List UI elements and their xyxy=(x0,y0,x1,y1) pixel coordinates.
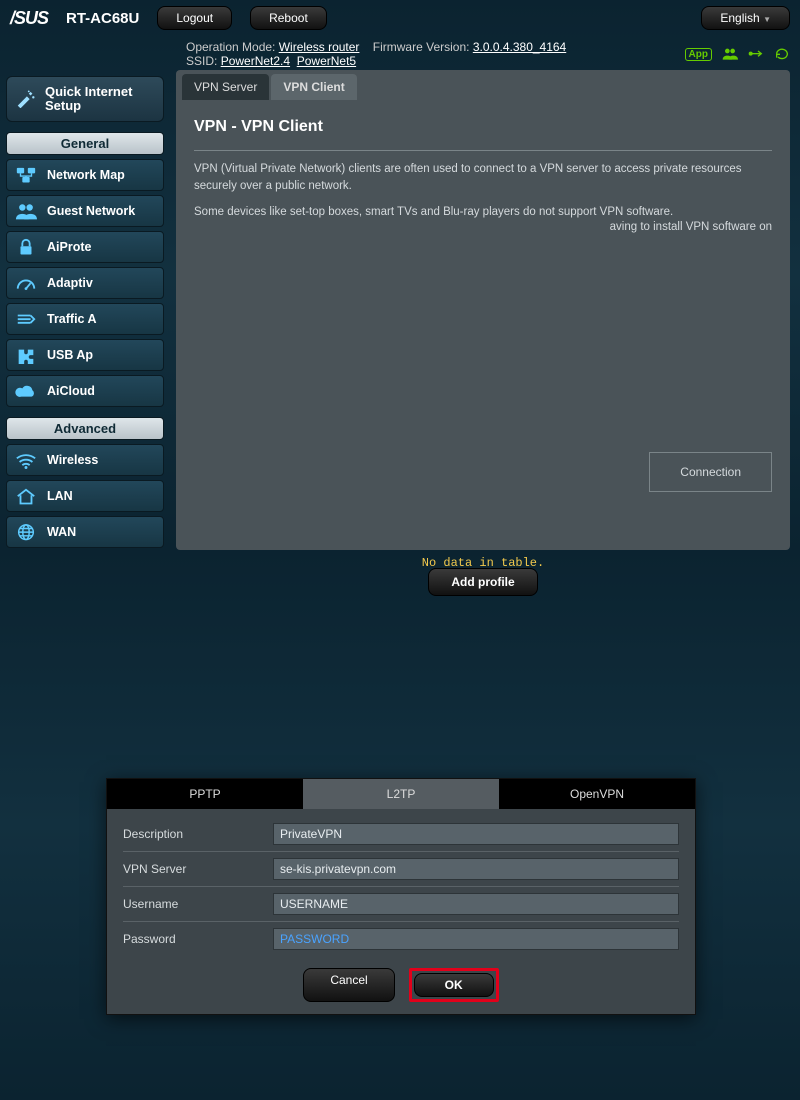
ok-button[interactable]: OK xyxy=(414,973,494,997)
sidebar-item-traffic-analyzer[interactable]: Traffic A xyxy=(6,303,164,335)
ok-highlight: OK xyxy=(409,968,499,1002)
tab-vpn-server[interactable]: VPN Server xyxy=(182,74,269,100)
language-label: English xyxy=(720,11,759,25)
sidebar-item-guest-network[interactable]: Guest Network xyxy=(6,195,164,227)
desc-p1: VPN (Virtual Private Network) clients ar… xyxy=(194,161,772,194)
sidebar-item-label: WAN xyxy=(47,525,76,539)
page-title: VPN - VPN Client xyxy=(194,110,772,151)
language-select[interactable]: English ▼ xyxy=(701,6,790,30)
refresh-icon[interactable] xyxy=(774,47,790,61)
puzzle-icon xyxy=(15,346,37,364)
sidebar-item-wireless[interactable]: Wireless xyxy=(6,444,164,476)
guest-network-icon xyxy=(15,202,37,220)
sidebar-item-label: USB Ap xyxy=(47,348,93,362)
advanced-header: Advanced xyxy=(6,417,164,440)
users-icon[interactable] xyxy=(722,47,738,61)
sidebar-item-label: AiCloud xyxy=(47,384,95,398)
wand-icon xyxy=(15,90,37,108)
modal-tab-l2tp[interactable]: L2TP xyxy=(303,779,499,809)
sidebar-item-label: Adaptiv xyxy=(47,276,93,290)
status-line: Operation Mode: Wireless router Firmware… xyxy=(186,40,566,68)
connection-header-cell: Connection xyxy=(649,452,772,492)
password-label: Password xyxy=(123,932,273,946)
model-name: RT-AC68U xyxy=(66,10,139,27)
lock-icon xyxy=(15,238,37,256)
username-label: Username xyxy=(123,897,273,911)
sidebar-item-adaptive-qos[interactable]: Adaptiv xyxy=(6,267,164,299)
sidebar-item-usb-app[interactable]: USB Ap xyxy=(6,339,164,371)
home-icon xyxy=(15,487,37,505)
cancel-button[interactable]: Cancel xyxy=(303,968,394,1002)
traffic-icon xyxy=(15,310,37,328)
op-mode-link[interactable]: Wireless router xyxy=(279,40,360,54)
network-map-icon xyxy=(15,166,37,184)
modal-tab-openvpn[interactable]: OpenVPN xyxy=(499,779,695,809)
sidebar-item-network-map[interactable]: Network Map xyxy=(6,159,164,191)
sidebar-item-aiprotection[interactable]: AiProte xyxy=(6,231,164,263)
sidebar-item-lan[interactable]: LAN xyxy=(6,480,164,512)
brand-logo: /SUS xyxy=(10,8,48,29)
modal-tab-pptp[interactable]: PPTP xyxy=(107,779,303,809)
desc-p3: aving to install VPN software on xyxy=(194,219,772,236)
add-profile-button[interactable]: Add profile xyxy=(428,568,537,596)
ssid5-link[interactable]: PowerNet5 xyxy=(297,54,356,68)
username-input[interactable] xyxy=(273,893,679,915)
vpn-server-input[interactable] xyxy=(273,858,679,880)
ssid24-link[interactable]: PowerNet2.4 xyxy=(221,54,290,68)
sidebar-item-label: LAN xyxy=(47,489,73,503)
description-input[interactable] xyxy=(273,823,679,845)
password-input[interactable] xyxy=(273,928,679,950)
sidebar-item-label: Traffic A xyxy=(47,312,97,326)
quick-setup-button[interactable]: Quick Internet Setup xyxy=(6,76,164,122)
sidebar-item-label: Wireless xyxy=(47,453,98,467)
usb-icon[interactable] xyxy=(748,47,764,61)
globe-icon xyxy=(15,523,37,541)
chevron-down-icon: ▼ xyxy=(763,15,771,24)
reboot-button[interactable]: Reboot xyxy=(250,6,327,30)
sidebar-item-label: AiProte xyxy=(47,240,91,254)
quick-setup-label: Quick Internet Setup xyxy=(45,85,155,113)
sidebar-item-label: Guest Network xyxy=(47,204,135,218)
logout-button[interactable]: Logout xyxy=(157,6,232,30)
wifi-icon xyxy=(15,451,37,469)
sidebar-item-aicloud[interactable]: AiCloud xyxy=(6,375,164,407)
vpn-server-label: VPN Server xyxy=(123,862,273,876)
firmware-link[interactable]: 3.0.0.4.380_4164 xyxy=(473,40,566,54)
app-badge[interactable]: App xyxy=(685,48,712,61)
tab-vpn-client[interactable]: VPN Client xyxy=(271,74,356,100)
description-label: Description xyxy=(123,827,273,841)
gauge-icon xyxy=(15,274,37,292)
sidebar-item-wan[interactable]: WAN xyxy=(6,516,164,548)
general-header: General xyxy=(6,132,164,155)
vpn-profile-modal: PPTP L2TP OpenVPN Description VPN Server… xyxy=(106,778,696,1015)
cloud-icon xyxy=(15,382,37,400)
sidebar-item-label: Network Map xyxy=(47,168,125,182)
